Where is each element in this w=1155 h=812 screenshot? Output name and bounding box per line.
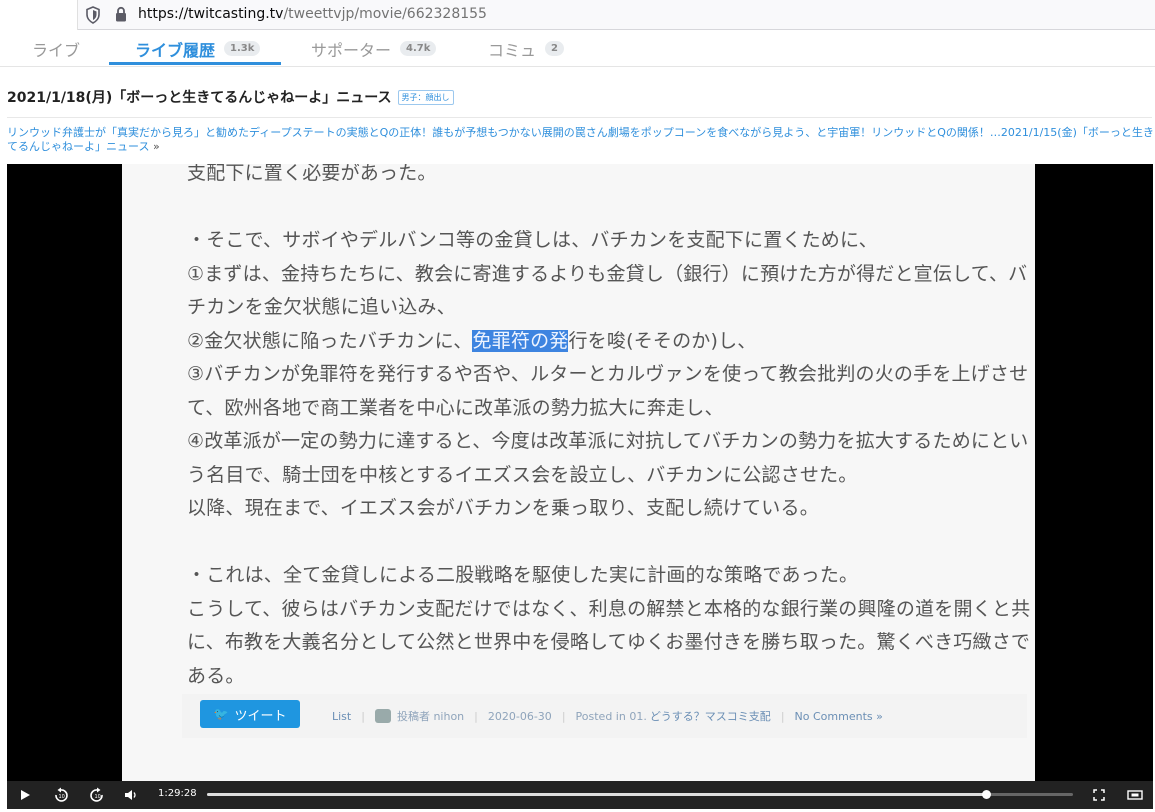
player-controls: 10 10 1:29:28 <box>7 781 1153 809</box>
posted-in-label: Posted in 01. <box>575 709 647 723</box>
address-bar[interactable]: https://twitcasting.tv/tweettvjp/movie/6… <box>0 0 1155 30</box>
tab-community-label: コミュ <box>488 40 537 60</box>
fullscreen-icon <box>1093 789 1105 801</box>
theater-mode-icon <box>1127 790 1143 800</box>
slide-line: ④改革派が一定の勢力に達すると、今度は改革派に対抗してバチカンの勢力を拡大するた… <box>187 430 1029 452</box>
tab-supporters-count: 4.7k <box>400 41 437 56</box>
slide-footer: 🐦 ツイート List | 投稿者 nihon | 2020-06-30 | P… <box>182 694 1027 738</box>
slide-line: 以降、現在まで、イエズス会がバチカンを乗っ取り、支配し続けている。 <box>187 497 819 519</box>
video-frame: 支配下に置く必要があった。 ・そこで、サボイやデルバンコ等の金貸しは、バチカンを… <box>122 164 1035 781</box>
url-host: https://twitcasting.tv <box>138 6 284 22</box>
related-link-more[interactable]: » <box>153 140 160 153</box>
post-meta: List | 投稿者 nihon | 2020-06-30 | Posted i… <box>332 709 883 723</box>
slide-line: に、布教を大義名分として公然と世界中を侵略してゆくお墨付きを勝ち取った。驚くべき… <box>187 631 1031 653</box>
forward-button[interactable]: 10 <box>87 785 107 805</box>
tab-community-count: 2 <box>545 41 564 56</box>
movie-title-text: 2021/1/18(月)「ボーっと生きてるんじゃねーよ」ニュース <box>7 90 392 106</box>
tab-live[interactable]: ライブ <box>32 31 80 66</box>
slide-line: ③バチカンが免罪符を発行するや否や、ルターとカルヴァンを使って教会批判の火の手を… <box>187 363 1029 385</box>
movie-tag[interactable]: 男子：顔出し <box>397 89 454 105</box>
category-link: どうする？マスコミ支配 <box>649 710 771 723</box>
slide-line: ②金欠状態に陥ったバチカンに、免罪符の発行を唆(そそのか)し、 <box>187 325 1027 359</box>
slide-line-post: 行を唆(そそのか)し、 <box>568 329 757 352</box>
slide-text: 支配下に置く必要があった。 ・そこで、サボイやデルバンコ等の金貸しは、バチカンを… <box>187 164 1031 693</box>
tweet-label: ツイート <box>234 708 287 724</box>
seek-handle[interactable] <box>982 790 992 799</box>
volume-button[interactable] <box>121 785 141 805</box>
slide-line-pre: ②金欠状態に陥ったバチカンに、 <box>187 329 473 352</box>
comments-link: No Comments » <box>794 709 883 723</box>
fullscreen-button[interactable] <box>1089 785 1109 805</box>
slide-line: ・そこで、サボイやデルバンコ等の金貸しは、バチカンを支配下に置くために、 <box>187 229 878 251</box>
toolbar-blank <box>0 0 78 30</box>
tab-live-label: ライブ <box>32 40 81 60</box>
divider <box>7 117 1152 118</box>
poster-label: 投稿者 nihon <box>396 710 465 723</box>
post-date: 2020-06-30 <box>487 709 552 723</box>
twitter-bird-icon: 🐦 <box>213 707 229 721</box>
list-label: List <box>332 709 352 723</box>
rewind-10-icon: 10 <box>55 787 68 802</box>
slide-line: ある。 <box>187 664 245 687</box>
related-link[interactable]: リンウッド弁護士が「真実だから見ろ」と勧めたディープステートの実態とQの正体！誰… <box>7 126 1155 154</box>
tweet-button: 🐦 ツイート <box>200 700 300 728</box>
seek-bar[interactable] <box>207 790 1073 799</box>
slide-line: て、欧州各地で商工業者を中心に改革派の勢力拡大に奔走し、 <box>187 396 724 419</box>
url-text[interactable]: https://twitcasting.tv/tweettvjp/movie/6… <box>138 6 487 22</box>
rewind-button[interactable]: 10 <box>51 785 71 805</box>
play-button[interactable] <box>15 785 35 805</box>
svg-text:10: 10 <box>59 794 65 800</box>
lock-icon[interactable] <box>114 6 128 23</box>
tab-community[interactable]: コミュ 2 <box>488 31 564 66</box>
tab-live-history-count: 1.3k <box>224 41 261 56</box>
movie-title: 2021/1/18(月)「ボーっと生きてるんじゃねーよ」ニュース 男子：顔出し <box>7 87 454 107</box>
slide-line: ・これは、全て金貸しによる二股戦略を駆使した実に計画的な策略であった。 <box>187 564 859 586</box>
related-link-text[interactable]: リンウッド弁護士が「真実だから見ろ」と勧めたディープステートの実態とQの正体！誰… <box>7 126 1154 153</box>
url-path: /tweettvjp/movie/662328155 <box>283 6 487 22</box>
theater-mode-button[interactable] <box>1125 785 1145 805</box>
slide-line: 支配下に置く必要があった。 <box>187 164 437 184</box>
seek-bar-played <box>207 793 987 796</box>
tab-supporters-label: サポーター <box>311 40 392 60</box>
user-icon <box>374 709 391 723</box>
tracking-protection-icon[interactable] <box>85 6 101 24</box>
slide-highlight: 免罪符の発 <box>472 329 569 352</box>
forward-10-icon: 10 <box>90 787 103 802</box>
video-player[interactable]: 支配下に置く必要があった。 ・そこで、サボイやデルバンコ等の金貸しは、バチカンを… <box>7 164 1153 781</box>
current-time: 1:29:28 <box>158 788 197 799</box>
svg-text:10: 10 <box>95 794 101 800</box>
volume-icon <box>125 790 136 800</box>
slide-line: ①まずは、金持ちたちに、教会に寄進するよりも金貸し（銀行）に預けた方が得だと宣伝… <box>187 262 1028 285</box>
slide-line: チカンを金欠状態に追い込み、 <box>187 296 456 318</box>
tab-live-history-label: ライブ履歴 <box>135 40 216 60</box>
play-icon <box>21 790 30 800</box>
tab-supporters[interactable]: サポーター 4.7k <box>311 31 437 66</box>
slide-line: こうして、彼らはバチカン支配だけではなく、利息の解禁と本格的な銀行業の興隆の道を… <box>187 597 1031 620</box>
tab-live-history[interactable]: ライブ履歴 1.3k <box>135 31 261 66</box>
active-tab-indicator <box>109 62 281 65</box>
slide-line: う名目で、騎士団を中核とするイエズス会を設立し、バチカンに公認させた。 <box>187 463 858 486</box>
